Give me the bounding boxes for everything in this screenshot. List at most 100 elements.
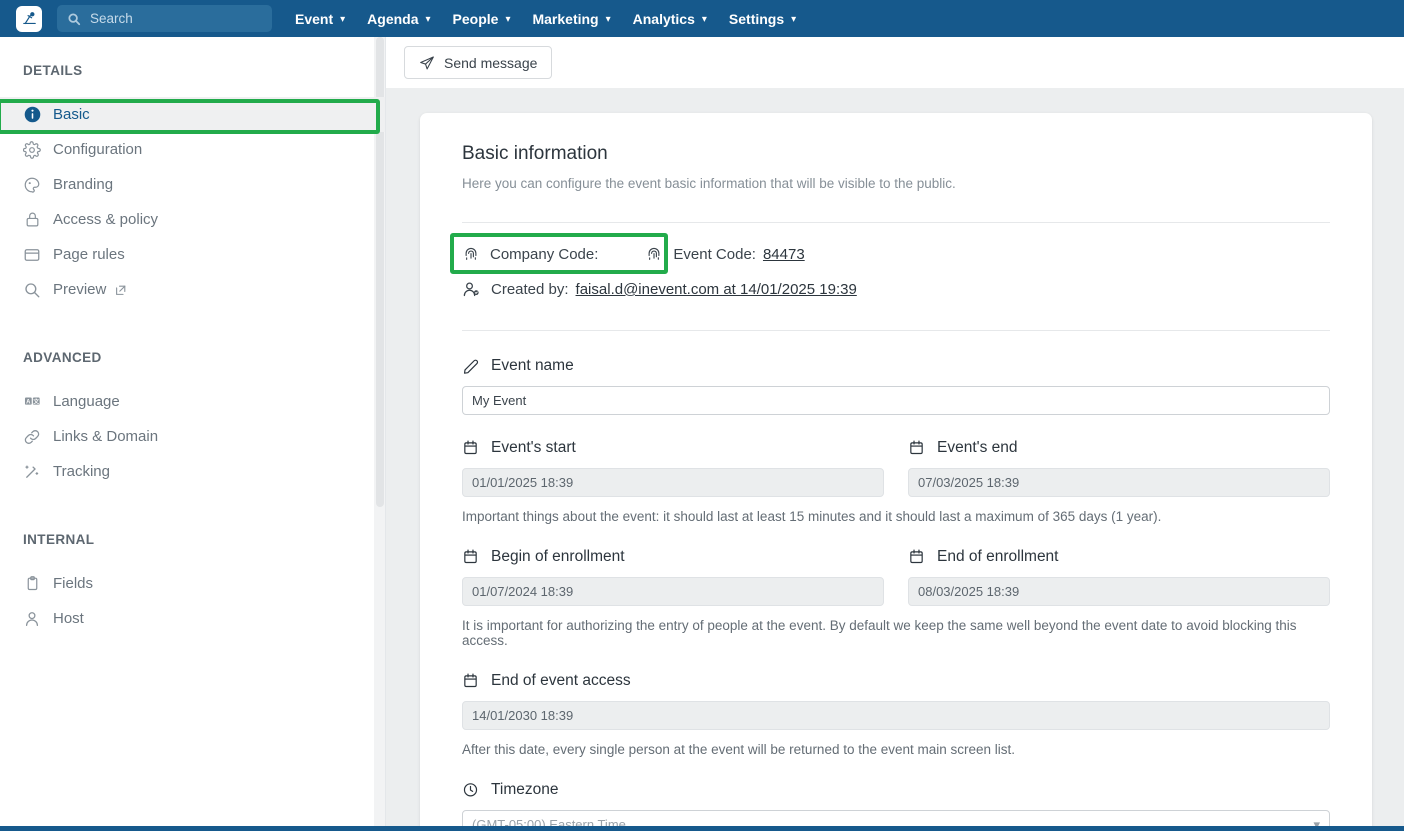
svg-text:A: A xyxy=(26,399,31,405)
sidebar-item-label: Branding xyxy=(53,176,114,193)
event-start-input[interactable]: 01/01/2025 18:39 xyxy=(462,468,884,497)
pencil-icon xyxy=(462,357,480,375)
calendar-icon xyxy=(908,439,926,457)
event-dates-helper-text: Important things about the event: it sho… xyxy=(462,509,1162,524)
chevron-down-icon: ▾ xyxy=(505,14,511,25)
sidebar-item-label: Configuration xyxy=(53,141,143,158)
sidebar-item-label: Preview xyxy=(53,281,107,298)
nav-item-label: Marketing xyxy=(532,10,599,27)
codes-row: Company Code: Event Code: 84473 xyxy=(450,233,1330,274)
event-code-value[interactable]: 84473 xyxy=(763,246,805,263)
created-by-row: Created by: faisal.d@inevent.com at 14/0… xyxy=(462,280,1330,299)
sidebar-section-internal-title: INTERNAL xyxy=(23,532,95,547)
end-event-access-label: End of event access xyxy=(491,672,631,689)
nav-item-analytics[interactable]: Analytics ▾ xyxy=(622,0,718,37)
palette-icon xyxy=(22,175,42,195)
calendar-icon xyxy=(462,672,480,690)
event-name-input[interactable]: My Event xyxy=(462,386,1330,415)
sidebar-item-access-policy[interactable]: Access & policy xyxy=(0,202,385,237)
primary-nav-items: Event ▾ Agenda ▾ People ▾ Marketing ▾ An… xyxy=(284,0,807,37)
end-access-helper-text: After this date, every single person at … xyxy=(462,742,1016,757)
end-enrollment-input[interactable]: 08/03/2025 18:39 xyxy=(908,577,1330,606)
event-code-label: Event Code: xyxy=(673,245,756,263)
divider xyxy=(462,330,1330,331)
calendar-icon xyxy=(462,548,480,566)
end-event-access-field-group: End of event access 14/01/2030 18:39 xyxy=(462,672,1330,730)
end-enrollment-label: End of enrollment xyxy=(937,548,1059,565)
main-toolbar: Send message xyxy=(386,37,1404,88)
company-code-group[interactable]: Company Code: xyxy=(450,233,668,274)
sidebar-item-tracking[interactable]: Tracking xyxy=(0,454,385,489)
sidebar-section-details-list: Basic Configuration Branding Access & po… xyxy=(0,97,385,307)
nav-item-label: Settings xyxy=(728,10,785,27)
sidebar-section-advanced-title: ADVANCED xyxy=(23,350,102,365)
end-event-access-label-row: End of event access xyxy=(462,672,1330,690)
event-name-label: Event name xyxy=(491,357,574,374)
basic-information-card: Basic information Here you can configure… xyxy=(420,113,1372,826)
sidebar: DETAILS Basic Configuration Branding Acc… xyxy=(0,37,386,826)
sidebar-item-branding[interactable]: Branding xyxy=(0,167,385,202)
end-enrollment-label-row: End of enrollment xyxy=(908,548,1330,566)
lock-icon xyxy=(22,210,42,230)
event-end-input[interactable]: 07/03/2025 18:39 xyxy=(908,468,1330,497)
timezone-select[interactable]: (GMT-05:00) Eastern Time ▾ xyxy=(462,810,1330,826)
main-content: Send message Basic information Here you … xyxy=(386,37,1404,826)
fingerprint-icon xyxy=(645,245,663,263)
end-event-access-input[interactable]: 14/01/2030 18:39 xyxy=(462,701,1330,730)
send-message-label: Send message xyxy=(444,54,538,71)
end-enrollment-field-group: End of enrollment 08/03/2025 18:39 xyxy=(908,548,1330,606)
chevron-down-icon: ▾ xyxy=(791,14,797,25)
event-end-label-row: Event's end xyxy=(908,439,1330,457)
send-message-button[interactable]: Send message xyxy=(404,46,553,79)
clipboard-icon xyxy=(22,574,42,594)
sidebar-section-internal-list: Fields Host xyxy=(0,566,385,636)
nav-item-people[interactable]: People ▾ xyxy=(442,0,522,37)
begin-enrollment-field-group: Begin of enrollment 01/07/2024 18:39 xyxy=(462,548,884,606)
sidebar-item-label: Access & policy xyxy=(53,211,159,228)
created-by-label: Created by: xyxy=(491,281,569,298)
company-code-label: Company Code: xyxy=(490,245,599,263)
sidebar-item-preview[interactable]: Preview xyxy=(0,272,385,307)
nav-item-label: Analytics xyxy=(632,10,695,27)
paper-plane-icon xyxy=(419,55,435,71)
chevron-down-icon: ▾ xyxy=(701,14,707,25)
search-placeholder: Search xyxy=(90,11,133,26)
page-subtitle: Here you can configure the event basic i… xyxy=(462,176,956,191)
search-icon xyxy=(22,280,42,300)
chevron-down-icon: ▾ xyxy=(340,14,346,25)
event-start-label-row: Event's start xyxy=(462,439,884,457)
sidebar-item-label: Fields xyxy=(53,575,94,592)
nav-item-marketing[interactable]: Marketing ▾ xyxy=(521,0,621,37)
event-dates-row: Event's start 01/01/2025 18:39 Event's e… xyxy=(462,439,1330,497)
timezone-label: Timezone xyxy=(491,781,559,798)
search-input[interactable]: Search xyxy=(57,5,272,32)
begin-enrollment-label: Begin of enrollment xyxy=(491,548,625,565)
fingerprint-icon xyxy=(462,245,480,263)
nav-item-settings[interactable]: Settings ▾ xyxy=(718,0,807,37)
timezone-label-row: Timezone xyxy=(462,781,1330,799)
sidebar-item-fields[interactable]: Fields xyxy=(0,566,385,601)
sidebar-item-language[interactable]: A文 Language xyxy=(0,384,385,419)
nav-item-agenda[interactable]: Agenda ▾ xyxy=(356,0,441,37)
nav-item-event[interactable]: Event ▾ xyxy=(284,0,356,37)
sidebar-item-links-domain[interactable]: Links & Domain xyxy=(0,419,385,454)
sidebar-item-page-rules[interactable]: Page rules xyxy=(0,237,385,272)
nav-item-label: Event xyxy=(295,10,334,27)
event-code-group[interactable]: Event Code: 84473 xyxy=(645,245,805,263)
created-by-value[interactable]: faisal.d@inevent.com at 14/01/2025 19:39 xyxy=(576,281,857,298)
sidebar-item-host[interactable]: Host xyxy=(0,601,385,636)
external-link-icon xyxy=(114,283,128,297)
sidebar-section-details-title: DETAILS xyxy=(23,63,83,78)
nav-item-label: Agenda xyxy=(367,10,419,27)
window-icon xyxy=(22,245,42,265)
timezone-field-group: Timezone (GMT-05:00) Eastern Time ▾ xyxy=(462,781,1330,826)
page-title: Basic information xyxy=(462,143,608,164)
sidebar-item-basic[interactable]: Basic xyxy=(0,97,385,132)
sidebar-item-configuration[interactable]: Configuration xyxy=(0,132,385,167)
inevent-logo-icon[interactable] xyxy=(16,5,42,32)
sidebar-item-label: Links & Domain xyxy=(53,428,159,445)
sidebar-item-label: Language xyxy=(53,393,120,410)
begin-enrollment-input[interactable]: 01/07/2024 18:39 xyxy=(462,577,884,606)
event-start-field-group: Event's start 01/01/2025 18:39 xyxy=(462,439,884,497)
magic-wand-icon xyxy=(22,462,42,482)
